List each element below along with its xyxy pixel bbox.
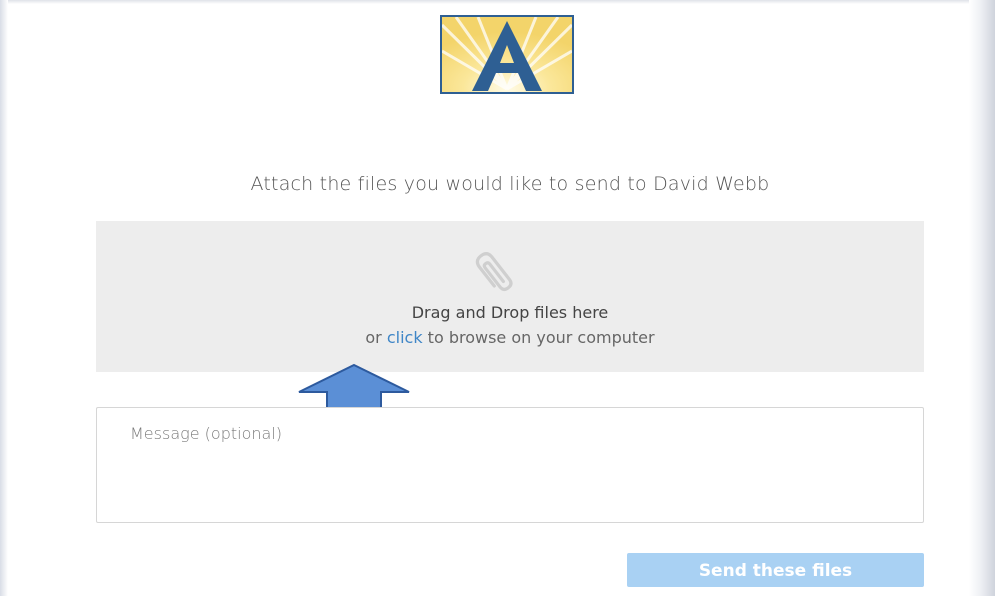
- page-heading: Attach the files you would like to send …: [250, 173, 770, 195]
- dropzone-title: Drag and Drop files here: [411, 303, 609, 322]
- dropzone-sub-suffix: to browse on your computer: [422, 328, 655, 347]
- brand-logo: [440, 15, 574, 94]
- window-shadow-top: [0, 0, 995, 4]
- dropzone-subtitle: or click to browse on your computer: [96, 328, 924, 347]
- sunburst-a-logo-icon: [442, 17, 572, 92]
- upload-page: Attach the files you would like to send …: [0, 0, 995, 596]
- dropzone-sub-prefix: or: [365, 328, 387, 347]
- paperclip-icon: [475, 252, 513, 291]
- window-shadow-right: [969, 0, 995, 596]
- message-field[interactable]: [96, 407, 924, 523]
- window-shadow-left: [0, 0, 8, 596]
- browse-link[interactable]: click: [387, 328, 423, 347]
- send-files-button[interactable]: Send these files: [627, 553, 924, 587]
